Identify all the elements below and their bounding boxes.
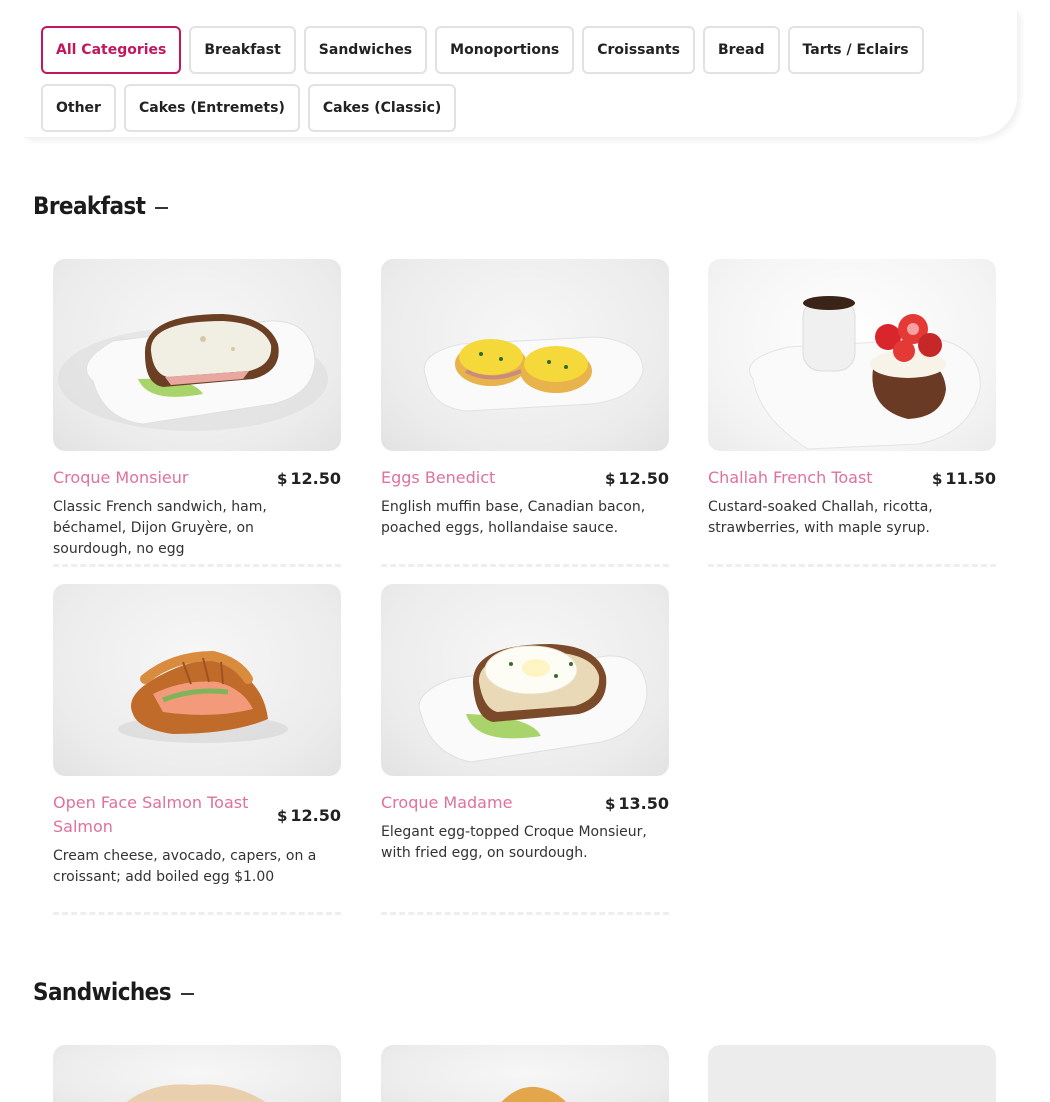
sandwich-photo <box>53 1045 341 1102</box>
item-description: Cream cheese, avocado, capers, on a croi… <box>53 848 317 885</box>
currency-symbol: $ <box>276 469 288 488</box>
croque-madame-photo <box>381 584 669 776</box>
item-price: $12.50 <box>277 806 341 825</box>
sandwich-photo <box>381 1045 669 1102</box>
salmon-croissant-photo <box>53 584 341 776</box>
currency-symbol: $ <box>931 469 943 488</box>
menu-item[interactable]: Croque Madame $13.50 Elegant egg-topped … <box>381 584 669 864</box>
item-name[interactable]: Challah French Toast <box>708 466 923 490</box>
item-name[interactable]: Croque Madame <box>381 791 596 815</box>
category-chips: All Categories Breakfast Sandwiches Mono… <box>41 26 1001 132</box>
chip-sandwiches[interactable]: Sandwiches <box>303 26 428 74</box>
price-value: 11.50 <box>945 468 996 488</box>
chip-cakes-entremets[interactable]: Cakes (Entremets) <box>123 84 300 132</box>
chip-all-categories[interactable]: All Categories <box>41 26 182 74</box>
item-description: English muffin base, Canadian bacon, poa… <box>381 499 646 536</box>
price-value: 13.50 <box>618 793 669 813</box>
item-description: Custard-soaked Challah, ricotta, strawbe… <box>708 499 933 536</box>
currency-symbol: $ <box>604 794 616 813</box>
price-value: 12.50 <box>290 805 341 825</box>
price-value: 12.50 <box>290 468 341 488</box>
item-description: Elegant egg-topped Croque Monsieur, with… <box>381 824 647 861</box>
section-heading-sandwiches: Sandwiches <box>33 978 194 1006</box>
collapse-dash-icon[interactable] <box>155 207 169 209</box>
menu-item[interactable]: Croque Monsieur $12.50 Classic French sa… <box>53 259 341 560</box>
item-name[interactable]: Open Face Salmon Toast Salmon <box>53 791 268 839</box>
item-price: $13.50 <box>605 794 669 813</box>
item-description: Classic French sandwich, ham, béchamel, … <box>53 499 267 557</box>
item-divider <box>708 564 996 567</box>
item-divider <box>381 564 669 567</box>
menu-item[interactable] <box>381 1045 669 1102</box>
chip-breakfast[interactable]: Breakfast <box>189 26 296 74</box>
croque-monsieur-photo <box>53 259 341 451</box>
collapse-dash-icon[interactable] <box>180 993 194 995</box>
price-value: 12.50 <box>618 468 669 488</box>
item-name[interactable]: Croque Monsieur <box>53 466 268 490</box>
chip-bread[interactable]: Bread <box>702 26 780 74</box>
section-heading-breakfast: Breakfast <box>33 192 169 220</box>
chip-cakes-classic[interactable]: Cakes (Classic) <box>307 84 457 132</box>
item-price: $11.50 <box>932 469 996 488</box>
french-toast-photo <box>708 259 996 451</box>
chip-croissants[interactable]: Croissants <box>582 26 695 74</box>
menu-item[interactable]: Eggs Benedict $12.50 English muffin base… <box>381 259 669 539</box>
chip-monoportions[interactable]: Monoportions <box>435 26 575 74</box>
item-divider <box>53 912 341 915</box>
item-divider <box>381 912 669 915</box>
section-title: Breakfast <box>33 192 146 220</box>
item-name[interactable]: Eggs Benedict <box>381 466 596 490</box>
eggs-benedict-photo <box>381 259 669 451</box>
chip-other[interactable]: Other <box>41 84 116 132</box>
item-divider <box>53 564 341 567</box>
currency-symbol: $ <box>276 806 288 825</box>
currency-symbol: $ <box>604 469 616 488</box>
item-price: $12.50 <box>605 469 669 488</box>
chip-tarts-eclairs[interactable]: Tarts / Eclairs <box>787 26 924 74</box>
section-title: Sandwiches <box>33 978 172 1006</box>
menu-item[interactable]: Challah French Toast $11.50 Custard-soak… <box>708 259 996 539</box>
item-price: $12.50 <box>277 469 341 488</box>
menu-item[interactable] <box>53 1045 341 1102</box>
sandwich-photo <box>708 1045 996 1102</box>
menu-item[interactable] <box>708 1045 996 1102</box>
menu-item[interactable]: Open Face Salmon Toast Salmon $12.50 Cre… <box>53 584 341 888</box>
